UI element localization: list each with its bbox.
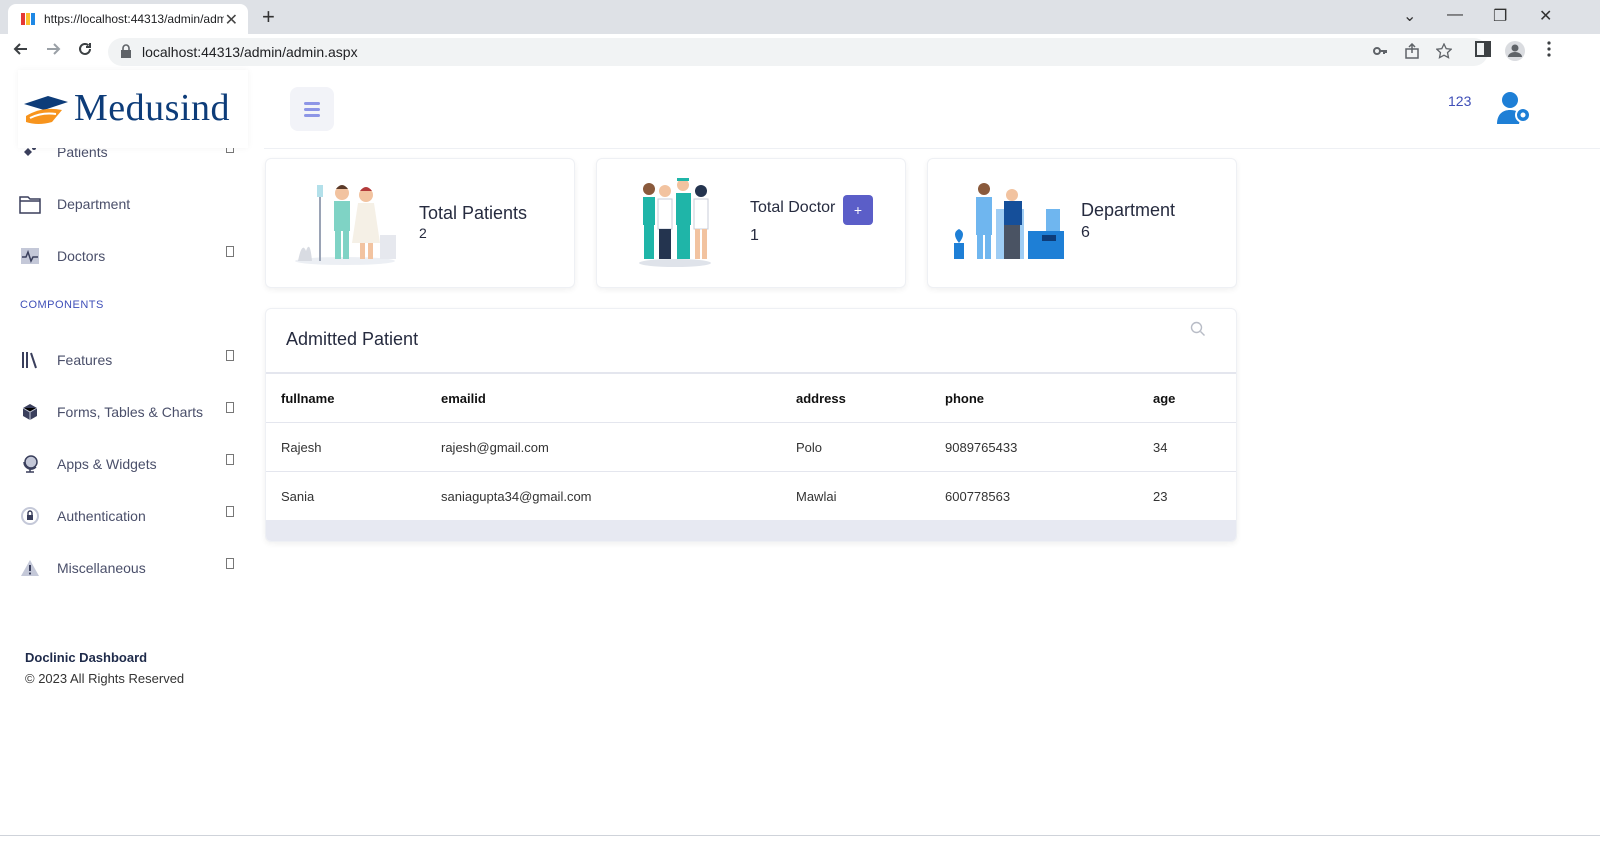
new-tab-button[interactable]: +: [262, 4, 275, 30]
table-row[interactable]: Rajesh rajesh@gmail.com Polo 9089765433 …: [266, 422, 1236, 472]
hamburger-menu-button[interactable]: [290, 87, 334, 131]
column-header[interactable]: fullname: [266, 372, 426, 423]
table-cell: Polo: [781, 422, 930, 472]
globe-icon: [18, 452, 42, 476]
section-title: COMPONENTS: [20, 299, 104, 311]
card-title: Total Doctor: [750, 199, 836, 216]
warning-icon: [18, 556, 42, 580]
sidebar-item-label: Apps & Widgets: [57, 456, 157, 472]
forward-icon[interactable]: [44, 40, 62, 63]
chevron-icon: [226, 506, 234, 517]
profile-icon[interactable]: [1504, 40, 1526, 67]
card-title: Total Patients: [419, 203, 528, 223]
card-title: Department: [1081, 200, 1176, 220]
browser-toolbar: localhost:44313/admin/admin.aspx: [0, 34, 1600, 71]
url-text: localhost:44313/admin/admin.aspx: [142, 44, 358, 60]
reload-icon[interactable]: [76, 40, 94, 63]
stat-card-patients: Total Patients 2: [265, 158, 575, 288]
browser-tab[interactable]: https://localhost:44313/admin/admin.aspx…: [8, 4, 248, 34]
stat-card-doctors: Total Doctor + 1: [596, 158, 906, 288]
folder-icon: [18, 192, 42, 216]
admitted-patient-panel: Admitted Patient fullname emailid addres…: [265, 308, 1237, 542]
tab-title: https://localhost:44313/admin/admin.aspx: [44, 12, 224, 26]
sidebar-item-features[interactable]: Features: [18, 340, 248, 380]
chevron-icon: [226, 558, 234, 569]
top-header: [264, 70, 1600, 149]
sidebar-item-label: Forms, Tables & Charts: [57, 404, 204, 420]
restore-button[interactable]: ❐: [1493, 6, 1507, 26]
table-row[interactable]: Sania saniagupta34@gmail.com Mawlai 6007…: [266, 471, 1236, 521]
table-cell: 34: [1138, 422, 1236, 472]
chevron-icon: [226, 402, 234, 413]
chevron-icon: [226, 350, 234, 361]
share-icon[interactable]: [1404, 42, 1420, 63]
logo[interactable]: Medusind: [18, 70, 248, 148]
patients-table: fullname emailid address phone age Rajes…: [266, 372, 1236, 521]
sidebar: Patients Medusind Department Doctors COM…: [0, 70, 264, 854]
card-value: 1: [750, 227, 759, 244]
stat-card-department: Department 6: [927, 158, 1237, 288]
sidebar-item-label: Miscellaneous: [57, 560, 146, 576]
sidebar-item-authentication[interactable]: Authentication: [18, 496, 248, 536]
card-value: 2: [419, 225, 427, 241]
user-settings-icon[interactable]: [1496, 90, 1534, 131]
column-header[interactable]: phone: [930, 372, 1138, 423]
column-header[interactable]: emailid: [426, 372, 781, 423]
table-cell: saniagupta34@gmail.com: [426, 471, 781, 521]
books-icon: [18, 348, 42, 372]
footer-title: Doclinic Dashboard: [25, 650, 148, 665]
add-doctor-button[interactable]: +: [843, 195, 873, 225]
sidebar-item-apps[interactable]: Apps & Widgets: [18, 444, 248, 484]
sidebar-item-label: Features: [57, 352, 113, 368]
sidebar-item-label: Doctors: [57, 248, 106, 264]
key-icon[interactable]: [1372, 43, 1388, 63]
table-cell: rajesh@gmail.com: [426, 422, 781, 472]
sidebar-item-label: Department: [57, 196, 131, 212]
tab-close-icon[interactable]: ✕: [225, 10, 238, 30]
table-cell: 600778563: [930, 471, 1138, 521]
browser-tab-bar: https://localhost:44313/admin/admin.aspx…: [0, 0, 1600, 34]
search-icon[interactable]: [1190, 321, 1206, 342]
footer-copyright: © 2023 All Rights Reserved: [25, 671, 185, 686]
lock-icon: [120, 44, 132, 63]
table-header-row: fullname emailid address phone age: [266, 372, 1236, 423]
table-footer: [266, 520, 1236, 541]
close-window-button[interactable]: ✕: [1539, 6, 1552, 26]
menu-icon[interactable]: [1540, 40, 1558, 63]
panel-title: Admitted Patient: [286, 329, 419, 349]
back-icon[interactable]: [12, 40, 30, 63]
table-cell: Rajesh: [266, 422, 426, 472]
patients-illustration: [295, 185, 396, 265]
column-header[interactable]: age: [1138, 372, 1236, 423]
sidebar-item-department[interactable]: Department: [18, 184, 248, 224]
chevron-icon: [226, 246, 234, 257]
user-number[interactable]: 123: [1448, 93, 1471, 109]
star-icon[interactable]: [1435, 42, 1453, 63]
column-header[interactable]: address: [781, 372, 930, 423]
sidebar-item-forms[interactable]: Forms, Tables & Charts: [18, 392, 248, 432]
divider: [0, 835, 1600, 836]
table-cell: 9089765433: [930, 422, 1138, 472]
lock-refresh-icon: [18, 504, 42, 528]
sidebar-item-label: Authentication: [57, 508, 146, 524]
brand-name: Medusind: [74, 87, 230, 129]
tab-search-icon[interactable]: ⌄: [1403, 6, 1416, 26]
table-cell: 23: [1138, 471, 1236, 521]
doctors-illustration: [639, 178, 711, 267]
sidebar-item-doctors[interactable]: Doctors: [18, 236, 248, 276]
pulse-icon: [18, 244, 42, 268]
cube-icon: [18, 400, 42, 424]
favicon-icon: [20, 11, 36, 27]
card-value: 6: [1081, 224, 1090, 241]
address-bar[interactable]: localhost:44313/admin/admin.aspx: [108, 38, 1488, 66]
side-panel-icon[interactable]: [1474, 40, 1492, 63]
table-cell: Sania: [266, 471, 426, 521]
table-cell: Mawlai: [781, 471, 930, 521]
chevron-icon: [226, 454, 234, 465]
minimize-button[interactable]: —: [1447, 6, 1463, 24]
department-illustration: [954, 183, 1064, 259]
sidebar-item-miscellaneous[interactable]: Miscellaneous: [18, 548, 248, 588]
